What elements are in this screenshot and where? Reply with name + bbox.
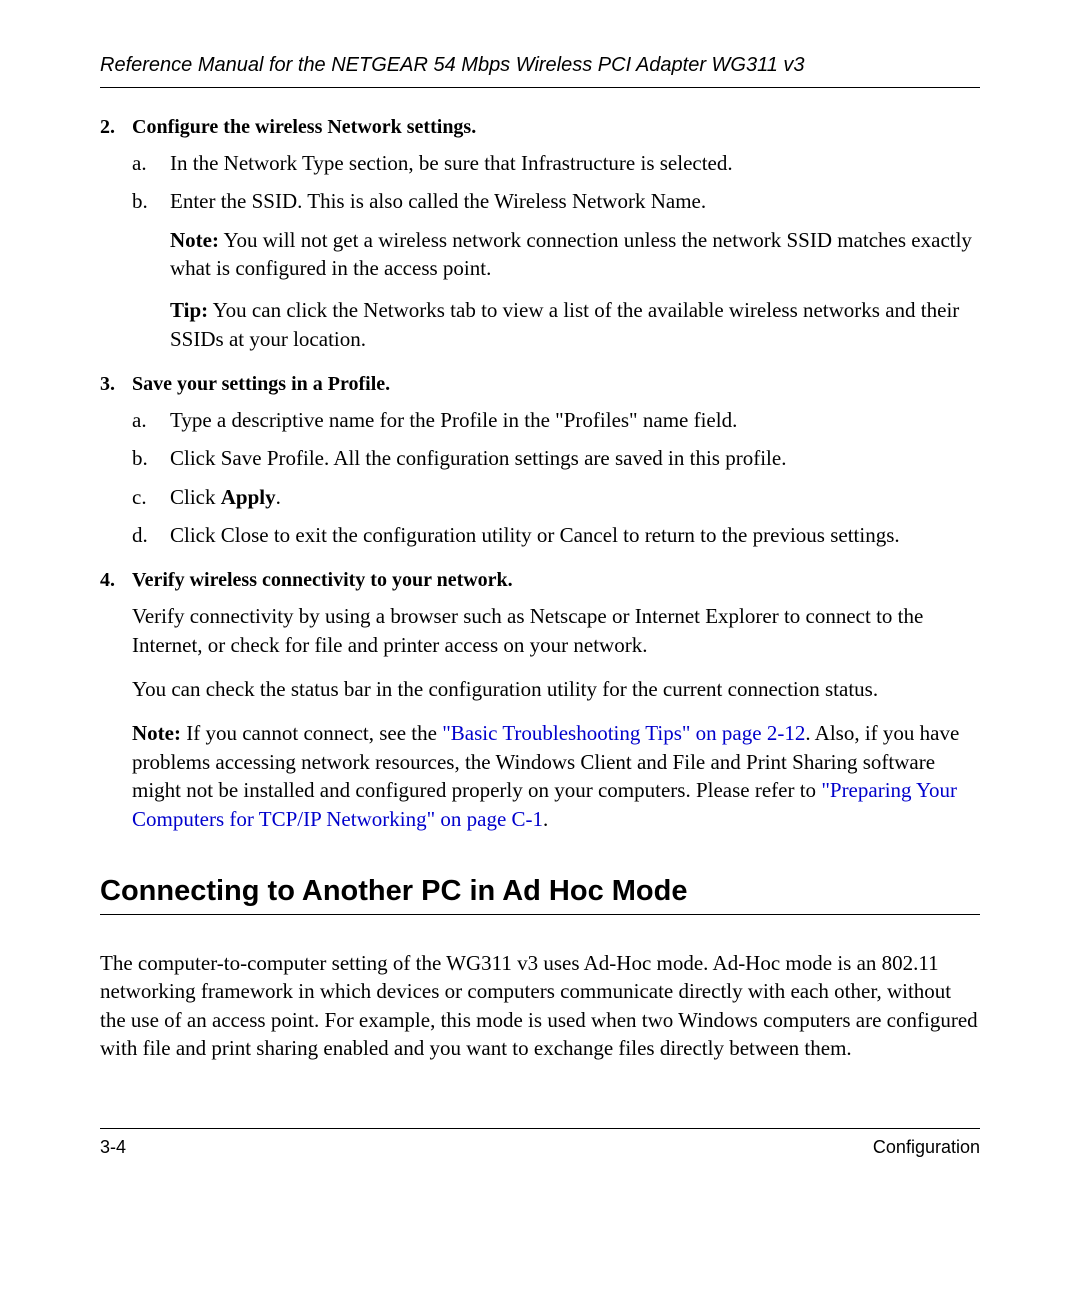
text-part: . [543,807,548,831]
step-2: 2. Configure the wireless Network settin… [100,116,980,353]
step-2a: a. In the Network Type section, be sure … [132,149,980,177]
footer-label: Configuration [873,1137,980,1158]
step-2b: b. Enter the SSID. This is also called t… [132,187,980,215]
sub-text: Click Close to exit the configuration ut… [170,521,980,549]
step-3a: a. Type a descriptive name for the Profi… [132,406,980,434]
sub-text: Click Apply. [170,483,980,511]
paragraph: You can check the status bar in the conf… [132,675,980,703]
step-4: 4. Verify wireless connectivity to your … [100,569,980,832]
note-paragraph: Note: You will not get a wireless networ… [170,226,980,283]
sub-letter: a. [132,149,170,177]
text-part: Profile in the "Profiles" name field. [440,408,737,432]
step-title: Configure the wireless Network settings. [132,116,476,139]
text-part: . [276,485,281,509]
apply-label: Apply [221,485,276,509]
sub-letter: b. [132,444,170,472]
step-number: 4. [100,569,132,592]
cross-reference-link[interactable]: "Basic Troubleshooting Tips" on page 2-1… [442,721,805,745]
text-part: Type a descriptive name for the [170,408,440,432]
sub-text: Type a descriptive name for the Profile … [170,406,980,434]
text-part: If you cannot connect, see the [181,721,442,745]
steps-list: 2. Configure the wireless Network settin… [100,116,980,833]
sub-text: Click Save Profile. All the configuratio… [170,444,980,472]
step-number: 2. [100,116,132,139]
tip-label: Tip: [170,298,208,322]
step-number: 3. [100,373,132,396]
text-part: Click [170,485,221,509]
tip-paragraph: Tip: You can click the Networks tab to v… [170,296,980,353]
sub-letter: b. [132,187,170,215]
page-number: 3-4 [100,1137,126,1158]
page-header: Reference Manual for the NETGEAR 54 Mbps… [100,54,980,88]
paragraph: Verify connectivity by using a browser s… [132,602,980,659]
sub-text: In the Network Type section, be sure tha… [170,149,980,177]
step-title: Verify wireless connectivity to your net… [132,569,513,592]
section-body: The computer-to-computer setting of the … [100,949,980,1062]
section-heading: Connecting to Another PC in Ad Hoc Mode [100,875,980,915]
note-label: Note: [170,228,219,252]
note-text: You will not get a wireless network conn… [170,228,972,280]
step-3d: d. Click Close to exit the configuration… [132,521,980,549]
sub-letter: d. [132,521,170,549]
step-3b: b. Click Save Profile. All the configura… [132,444,980,472]
sub-letter: c. [132,483,170,511]
step-title: Save your settings in a Profile. [132,373,390,396]
page-footer: 3-4 Configuration [100,1128,980,1158]
step-3: 3. Save your settings in a Profile. a. T… [100,373,980,549]
step-3c: c. Click Apply. [132,483,980,511]
note-label: Note: [132,721,181,745]
sub-letter: a. [132,406,170,434]
tip-text: You can click the Networks tab to view a… [170,298,959,350]
sub-text: Enter the SSID. This is also called the … [170,187,980,215]
note-paragraph: Note: If you cannot connect, see the "Ba… [132,719,980,832]
